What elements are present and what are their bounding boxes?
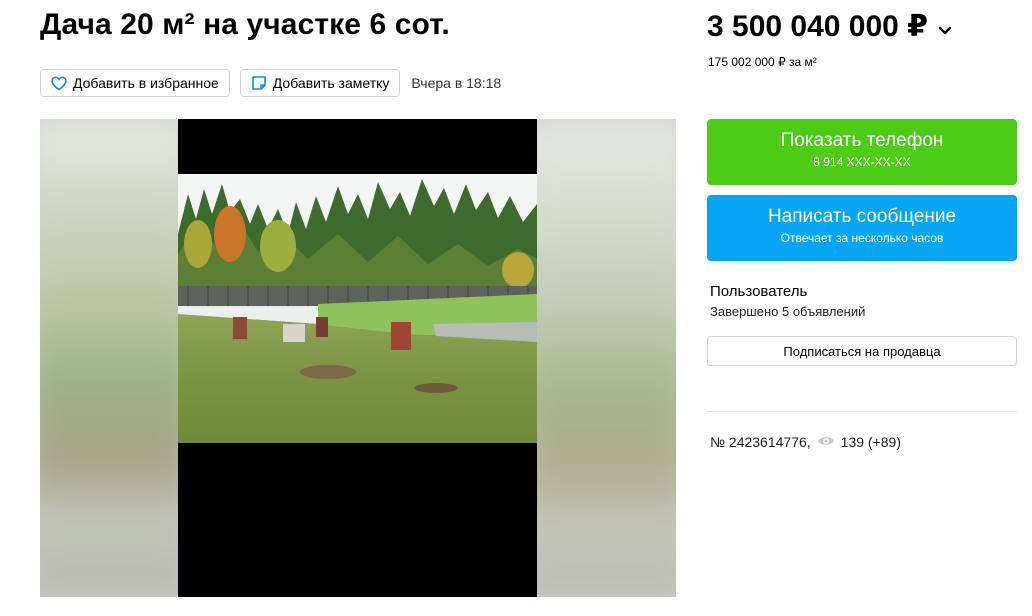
show-phone-label: Показать телефон xyxy=(780,130,944,151)
add-note-button[interactable]: Добавить заметку xyxy=(239,69,401,97)
price[interactable]: 3 500 040 000 ₽ xyxy=(707,9,952,44)
main-photo xyxy=(178,174,537,443)
seller-name[interactable]: Пользователь xyxy=(710,283,807,300)
divider xyxy=(707,411,1017,412)
main-photo-frame[interactable] xyxy=(178,119,537,597)
add-to-favorites-button[interactable]: Добавить в избранное xyxy=(40,69,230,97)
show-phone-button[interactable]: Показать телефон 8 914 XXX-XX-XX xyxy=(707,119,1017,185)
price-value: 3 500 040 000 ₽ xyxy=(707,10,929,43)
listing-title: Дача 20 м² на участке 6 сот. xyxy=(40,8,450,41)
note-icon xyxy=(251,75,267,91)
response-time: Отвечает за несколько часов xyxy=(780,231,944,245)
write-message-label: Написать сообщение xyxy=(767,206,957,227)
listing-meta: № 2423614776, 139 (+89) xyxy=(710,434,901,450)
gallery-blur-right xyxy=(516,119,676,597)
price-per-sqm: 175 002 000 ₽ за м² xyxy=(708,55,817,69)
subscribe-seller-button[interactable]: Подписаться на продавца xyxy=(707,336,1017,366)
seller-stats: Завершено 5 объявлений xyxy=(710,304,866,319)
published-timestamp: Вчера в 18:18 xyxy=(411,75,502,91)
listing-actions: Добавить в избранное Добавить заметку Вч… xyxy=(40,69,501,97)
phone-masked: 8 914 XXX-XX-XX xyxy=(813,155,911,169)
write-message-button[interactable]: Написать сообщение Отвечает за несколько… xyxy=(707,195,1017,261)
heart-icon xyxy=(51,75,67,91)
chevron-down-icon[interactable] xyxy=(938,10,952,44)
add-to-favorites-label: Добавить в избранное xyxy=(73,75,219,91)
views-count: 139 (+89) xyxy=(840,434,901,450)
eye-icon xyxy=(817,434,835,450)
listing-page: Дача 20 м² на участке 6 сот. Добавить в … xyxy=(0,0,1032,616)
gallery-blur-left xyxy=(40,119,200,597)
photo-gallery[interactable] xyxy=(40,119,676,597)
listing-number: № 2423614776, xyxy=(710,434,811,450)
add-note-label: Добавить заметку xyxy=(272,75,390,91)
